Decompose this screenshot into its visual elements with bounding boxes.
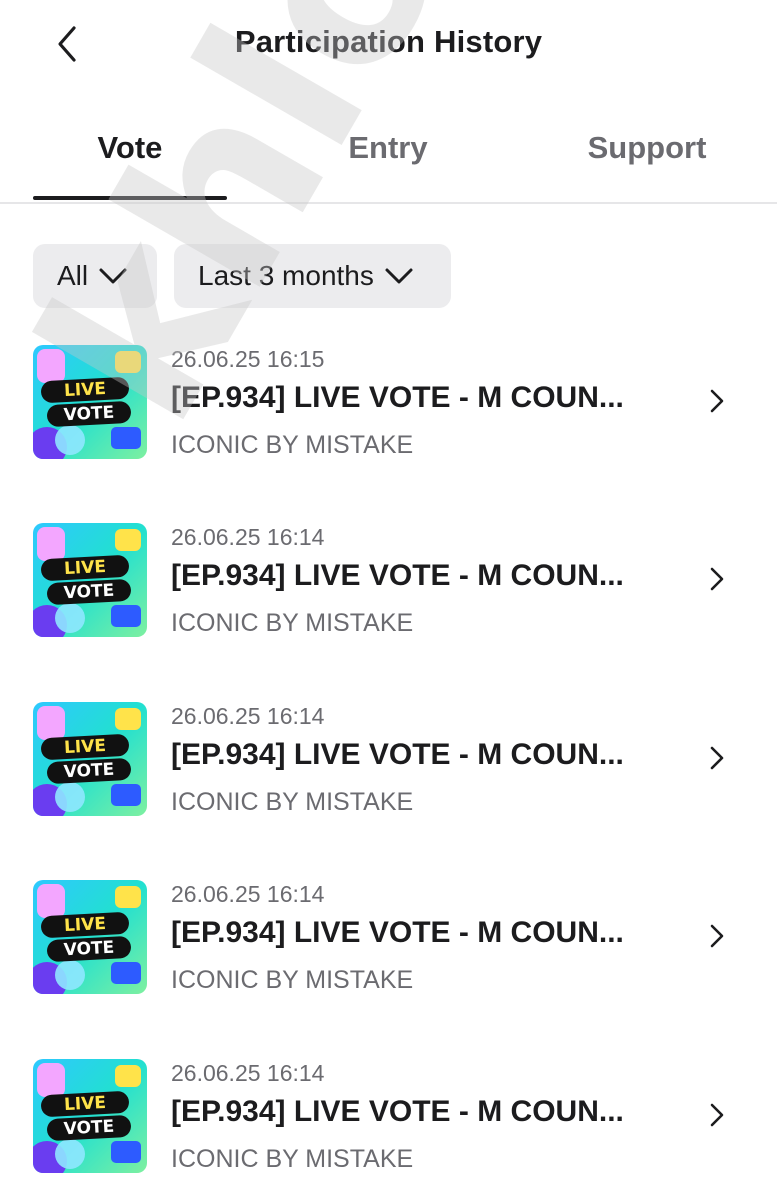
item-title: [EP.934] LIVE VOTE - M COUN... (171, 1095, 624, 1128)
period-filter-label: Last 3 months (198, 260, 374, 291)
active-tab-indicator (33, 196, 227, 200)
item-date: 26.06.25 16:14 (171, 703, 325, 729)
item-artist: ICONIC BY MISTAKE (171, 788, 414, 816)
list-item[interactable]: LIVE VOTE 26.06.25 16:14 [EP.934] LIVE V… (0, 1044, 777, 1194)
item-title: [EP.934] LIVE VOTE - M COUN... (171, 916, 624, 949)
thumbnail-text-live: LIVE (40, 554, 130, 582)
tab-entry[interactable]: Entry (288, 130, 488, 166)
item-artist: ICONIC BY MISTAKE (171, 966, 414, 994)
thumbnail-text-live: LIVE (40, 733, 130, 761)
chevron-right-icon (705, 1100, 729, 1130)
thumbnail-text-vote: VOTE (46, 1114, 132, 1142)
list-item[interactable]: LIVE VOTE 26.06.25 16:15 [EP.934] LIVE V… (0, 330, 777, 480)
chevron-right-icon (705, 921, 729, 951)
tab-bar: Vote Entry Support (0, 100, 777, 204)
item-artist: ICONIC BY MISTAKE (171, 1145, 414, 1173)
chevron-right-icon (705, 564, 729, 594)
vote-thumbnail: LIVE VOTE (33, 1059, 147, 1173)
vote-thumbnail: LIVE VOTE (33, 880, 147, 994)
tab-vote[interactable]: Vote (30, 130, 230, 166)
period-filter-dropdown[interactable]: Last 3 months (174, 244, 451, 308)
list-item[interactable]: LIVE VOTE 26.06.25 16:14 [EP.934] LIVE V… (0, 687, 777, 837)
item-date: 26.06.25 16:14 (171, 524, 325, 550)
thumbnail-text-live: LIVE (40, 911, 130, 939)
thumbnail-text-vote: VOTE (46, 400, 132, 428)
list-item[interactable]: LIVE VOTE 26.06.25 16:14 [EP.934] LIVE V… (0, 508, 777, 658)
thumbnail-text-live: LIVE (40, 1090, 130, 1118)
chevron-right-icon (705, 386, 729, 416)
item-date: 26.06.25 16:15 (171, 346, 325, 372)
tab-support[interactable]: Support (547, 130, 747, 166)
thumbnail-text-vote: VOTE (46, 757, 132, 785)
item-title: [EP.934] LIVE VOTE - M COUN... (171, 381, 624, 414)
item-date: 26.06.25 16:14 (171, 1060, 325, 1086)
chevron-right-icon (705, 743, 729, 773)
thumbnail-text-vote: VOTE (46, 935, 132, 963)
thumbnail-text-vote: VOTE (46, 578, 132, 606)
header: Participation History (0, 0, 777, 88)
vote-thumbnail: LIVE VOTE (33, 345, 147, 459)
chevron-down-icon (99, 268, 127, 284)
item-artist: ICONIC BY MISTAKE (171, 609, 414, 637)
page-title: Participation History (234, 24, 543, 59)
list-item[interactable]: LIVE VOTE 26.06.25 16:14 [EP.934] LIVE V… (0, 865, 777, 1015)
thumbnail-text-live: LIVE (40, 376, 130, 404)
chevron-down-icon (385, 268, 413, 284)
vote-thumbnail: LIVE VOTE (33, 702, 147, 816)
item-date: 26.06.25 16:14 (171, 881, 325, 907)
type-filter-label: All (57, 260, 89, 291)
item-title: [EP.934] LIVE VOTE - M COUN... (171, 738, 624, 771)
item-artist: ICONIC BY MISTAKE (171, 431, 414, 459)
item-title: [EP.934] LIVE VOTE - M COUN... (171, 559, 624, 592)
vote-thumbnail: LIVE VOTE (33, 523, 147, 637)
type-filter-dropdown[interactable]: All (33, 244, 157, 308)
